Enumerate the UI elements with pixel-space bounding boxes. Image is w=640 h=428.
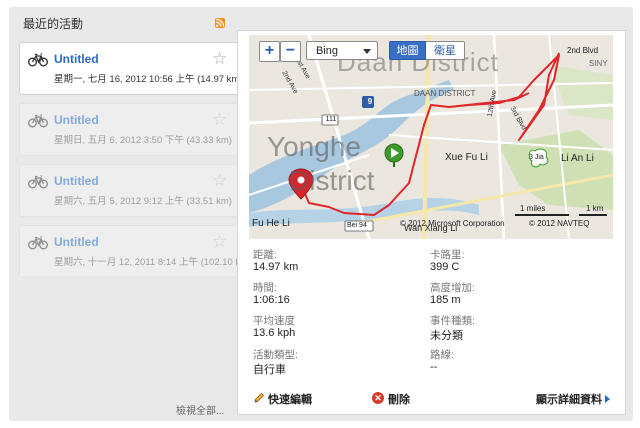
activity-card[interactable]: Untitled 星期六, 十一月 12, 2011 8:14 上午 (102.… xyxy=(19,225,246,278)
elevation-label: 高度增加: xyxy=(430,282,475,294)
activity-title[interactable]: Untitled xyxy=(54,52,99,66)
star-icon[interactable]: ☆ xyxy=(212,171,227,191)
activity-subtitle: 星期一, 七月 16, 2012 10:56 上午 (14.97 km) xyxy=(54,74,243,85)
route-map[interactable]: Daan District DAAN DISTRICT Yonghe Distr… xyxy=(249,35,613,239)
map-copyright: © 2012 Microsoft Corporation xyxy=(400,219,505,228)
activity-title[interactable]: Untitled xyxy=(54,113,99,127)
activity-card[interactable]: Untitled 星期一, 七月 16, 2012 10:56 上午 (14.9… xyxy=(19,42,246,95)
pencil-icon xyxy=(254,392,265,403)
quick-edit-button[interactable]: 快速編輯 xyxy=(268,391,312,407)
star-icon[interactable]: ☆ xyxy=(212,232,227,252)
bicycle-icon xyxy=(28,53,48,67)
route-label: 路線: xyxy=(430,349,454,361)
delete-icon: ✕ xyxy=(372,392,384,404)
time-value: 1:06:16 xyxy=(253,294,290,306)
scale-miles: 1 miles xyxy=(520,204,546,213)
event-type-value: 未分類 xyxy=(430,330,463,342)
calories-label: 卡路里: xyxy=(430,249,465,261)
scale-km: 1 km xyxy=(586,204,604,213)
activity-subtitle: 星期日, 五月 6, 2012 3:50 下午 (43.33 km) xyxy=(54,135,232,146)
chevron-down-icon xyxy=(363,49,371,54)
arrow-right-icon xyxy=(605,395,610,403)
activity-subtitle: 星期六, 五月 5, 2012 9:12 上午 (33.51 km) xyxy=(54,196,232,207)
activity-card[interactable]: Untitled 星期六, 五月 5, 2012 9:12 上午 (33.51 … xyxy=(19,164,246,217)
map-label-2nd-blvd: 2nd Blvd xyxy=(567,46,599,55)
delete-button[interactable]: 刪除 xyxy=(388,391,410,407)
map-shield-111: 111 xyxy=(325,116,337,123)
route-value: -- xyxy=(430,361,438,373)
activity-type-label: 活動類型: xyxy=(253,349,298,361)
zoom-out-button[interactable]: − xyxy=(280,41,301,62)
event-type-label: 事件種類: xyxy=(430,315,475,327)
map-label-yonghe: Yonghe xyxy=(267,131,361,162)
map-provider-dropdown[interactable]: Bing xyxy=(306,41,378,60)
recent-activities-title: 最近的活動 xyxy=(23,17,84,31)
avg-speed-value: 13.6 kph xyxy=(253,327,296,339)
map-shield-3jia: 3 Jia xyxy=(529,154,544,161)
activity-title[interactable]: Untitled xyxy=(54,174,99,188)
map-label-siny: SINY xyxy=(589,59,608,68)
activity-type-value: 自行車 xyxy=(253,364,286,376)
star-icon[interactable]: ☆ xyxy=(212,49,227,69)
activity-title[interactable]: Untitled xyxy=(54,235,99,249)
view-all-link[interactable]: 檢視全部... xyxy=(176,402,224,417)
show-details-button[interactable]: 顯示詳細資料 xyxy=(536,391,602,407)
elevation-value: 185 m xyxy=(430,294,461,306)
activity-subtitle: 星期六, 十一月 12, 2011 8:14 上午 (102.10 km) xyxy=(54,257,246,268)
time-label: 時間: xyxy=(253,282,277,294)
map-type-satellite-button[interactable]: 衛星 xyxy=(426,41,465,60)
map-label-xue-fu-li: Xue Fu Li xyxy=(445,152,488,163)
bicycle-icon xyxy=(28,114,48,128)
calories-value: 399 C xyxy=(430,261,460,273)
map-label-fu-he-li: Fu He Li xyxy=(252,218,290,229)
map-label-daan-zh: DAAN DISTRICT xyxy=(414,89,476,98)
distance-label: 距離: xyxy=(253,249,277,261)
map-label-district: District xyxy=(289,165,375,196)
map-copyright-navteq: © 2012 NAVTEQ xyxy=(529,219,590,228)
avg-speed-label: 平均速度 xyxy=(253,315,295,327)
bicycle-icon xyxy=(28,175,48,189)
map-provider-label: Bing xyxy=(316,45,339,57)
map-label-li-an-li: Li An Li xyxy=(561,153,594,164)
distance-value: 14.97 km xyxy=(253,261,299,273)
map-shield-9: 9 xyxy=(367,97,373,106)
bicycle-icon xyxy=(28,236,48,250)
star-icon[interactable]: ☆ xyxy=(212,110,227,130)
zoom-in-button[interactable]: + xyxy=(259,41,280,62)
rss-icon[interactable] xyxy=(215,18,225,28)
map-shield-bei94: Bei 94 xyxy=(347,222,367,229)
activity-card[interactable]: Untitled 星期日, 五月 6, 2012 3:50 下午 (43.33 … xyxy=(19,103,246,156)
map-type-map-button[interactable]: 地圖 xyxy=(389,41,426,60)
